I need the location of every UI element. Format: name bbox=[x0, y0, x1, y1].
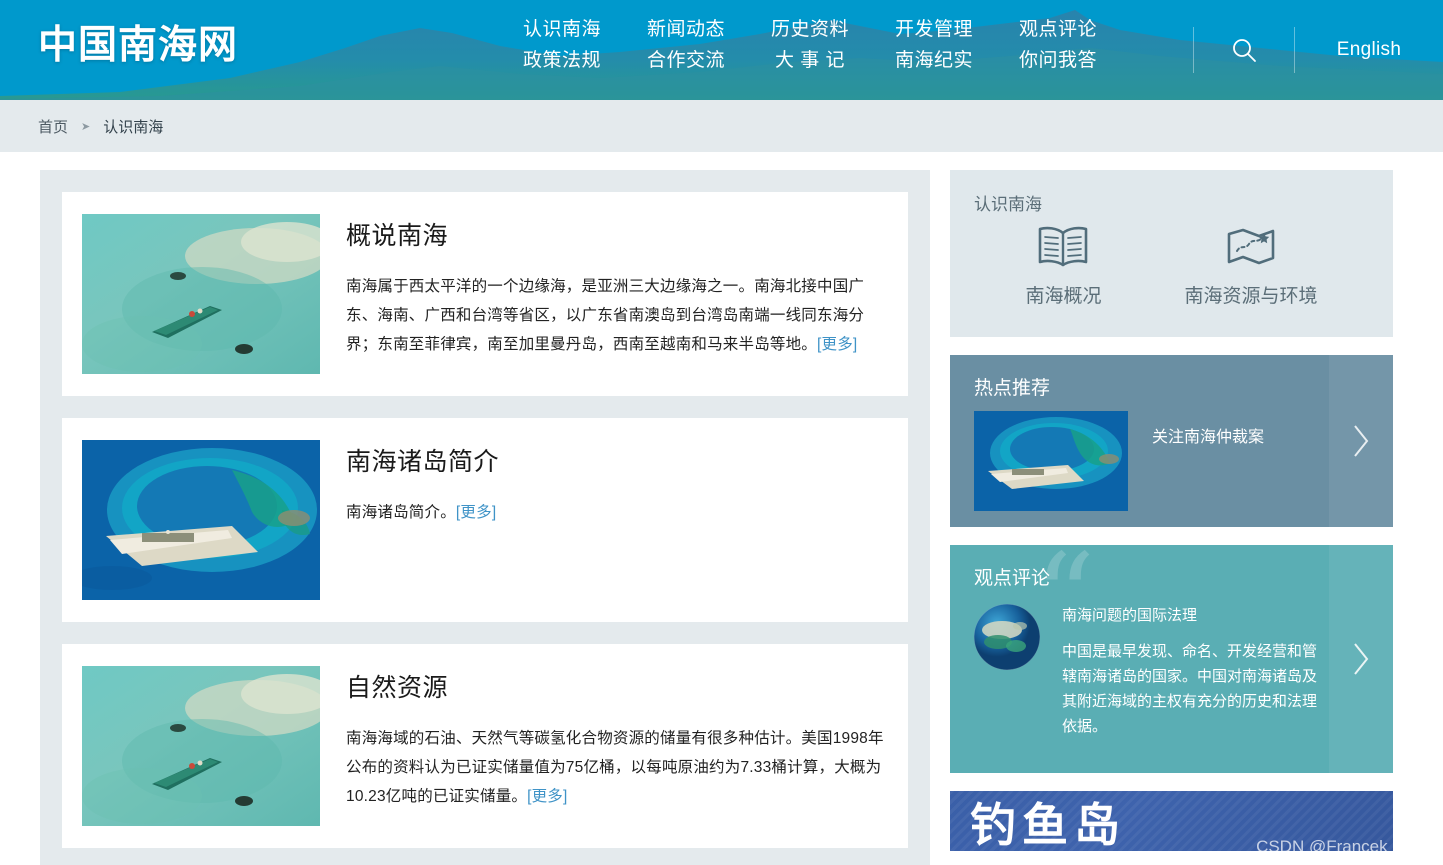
article-summary: 南海诸岛简介。[更多] bbox=[346, 498, 888, 527]
know-panel-items: 南海概况 南海资源与环境 bbox=[974, 223, 1369, 308]
breadcrumb-home-link[interactable]: 首页 bbox=[38, 116, 68, 137]
main-navigation: 认识南海 政策法规 新闻动态 合作交流 历史资料 大 事 记 开发管理 南海纪实… bbox=[500, 14, 1120, 76]
hot-panel-item-title[interactable]: 关注南海仲裁案 bbox=[1152, 423, 1264, 447]
article-title[interactable]: 概说南海 bbox=[346, 216, 888, 252]
know-panel-title: 认识南海 bbox=[974, 195, 1042, 214]
breadcrumb: 首页 ➤ 认识南海 bbox=[0, 100, 1443, 152]
know-item-overview-icon-wrap bbox=[1025, 223, 1101, 271]
know-panel-inner: 认识南海 南海概况 南海资源与环境 bbox=[950, 170, 1393, 337]
nav-item-2-top[interactable]: 历史资料 bbox=[748, 14, 872, 45]
hot-panel-inner: 热点推荐 关注南海仲裁案 bbox=[950, 355, 1393, 527]
article-summary-text: 南海诸岛简介。 bbox=[346, 504, 456, 521]
article-card[interactable]: 自然资源 南海海域的石油、天然气等碳氢化合物资源的储量有很多种估计。美国1998… bbox=[62, 644, 908, 848]
article-thumbnail-2[interactable] bbox=[82, 666, 320, 826]
boat-in-shallow-water-photo bbox=[82, 214, 320, 374]
opinion-panel-title: 观点评论 bbox=[974, 568, 1051, 589]
opinion-panel-thumbnail[interactable] bbox=[974, 604, 1040, 670]
diaoyu-banner[interactable]: 钓鱼岛 bbox=[950, 791, 1393, 851]
aerial-island-atoll-photo bbox=[82, 440, 320, 600]
article-body-2: 自然资源 南海海域的石油、天然气等碳氢化合物资源的储量有很多种估计。美国1998… bbox=[320, 666, 888, 826]
know-item-resources-label[interactable]: 南海资源与环境 bbox=[1184, 281, 1317, 308]
site-logo-text: 中国南海网 bbox=[38, 23, 239, 68]
site-logo[interactable]: 中国南海网 bbox=[38, 14, 268, 78]
sidebar: 认识南海 南海概况 南海资源与环境 热点推荐 关注南海仲裁案 “ 观点评论 南海… bbox=[950, 170, 1393, 865]
chevron-right-icon bbox=[1354, 425, 1369, 457]
nav-item-0-bottom[interactable]: 政策法规 bbox=[500, 45, 624, 76]
nav-item-1-top[interactable]: 新闻动态 bbox=[624, 14, 748, 45]
nav-item-4-top[interactable]: 观点评论 bbox=[996, 14, 1120, 45]
know-item-resources-icon-wrap bbox=[1184, 223, 1317, 271]
open-book-icon bbox=[1039, 226, 1088, 267]
island-runway-photo bbox=[974, 411, 1128, 511]
nav-item-1[interactable]: 新闻动态 合作交流 bbox=[624, 14, 748, 76]
know-item-overview-label[interactable]: 南海概况 bbox=[1025, 281, 1101, 308]
article-card[interactable]: 概说南海 南海属于西太平洋的一个边缘海，是亚洲三大边缘海之一。南海北接中国广东、… bbox=[62, 192, 908, 396]
article-title[interactable]: 南海诸岛简介 bbox=[346, 442, 888, 478]
page-body: 概说南海 南海属于西太平洋的一个边缘海，是亚洲三大边缘海之一。南海北接中国广东、… bbox=[0, 152, 1443, 865]
hot-panel-next-button[interactable] bbox=[1329, 355, 1393, 527]
nav-item-2-bottom[interactable]: 大 事 记 bbox=[748, 45, 872, 76]
nav-item-4[interactable]: 观点评论 你问我答 bbox=[996, 14, 1120, 76]
article-card[interactable]: 南海诸岛简介 南海诸岛简介。[更多] bbox=[62, 418, 908, 622]
opinion-panel-texts: 南海问题的国际法理 中国是最早发现、命名、开发经营和管辖南海诸岛的国家。中国对南… bbox=[1062, 604, 1322, 739]
sidebar-panel-opinion: “ 观点评论 南海问题的国际法理 中国是最早发现、命名、开发经营和管辖南海诸岛的… bbox=[950, 545, 1393, 773]
nav-item-4-bottom[interactable]: 你问我答 bbox=[996, 45, 1120, 76]
search-button[interactable] bbox=[1194, 0, 1294, 100]
sidebar-panel-diaoyu[interactable]: 钓鱼岛 bbox=[950, 791, 1393, 851]
breadcrumb-current: 认识南海 bbox=[103, 118, 164, 136]
language-toggle-button[interactable]: English bbox=[1295, 0, 1443, 100]
article-body-1: 南海诸岛简介 南海诸岛简介。[更多] bbox=[320, 440, 888, 600]
know-item-overview[interactable]: 南海概况 bbox=[1025, 223, 1102, 308]
know-item-resources[interactable]: 南海资源与环境 bbox=[1184, 223, 1318, 308]
nav-item-3-bottom[interactable]: 南海纪实 bbox=[872, 45, 996, 76]
article-title[interactable]: 自然资源 bbox=[346, 668, 888, 704]
hot-panel-item[interactable]: 关注南海仲裁案 bbox=[974, 411, 1264, 527]
article-thumbnail-0[interactable] bbox=[82, 214, 320, 374]
hot-panel-title: 热点推荐 bbox=[974, 378, 1051, 399]
globe-island-photo bbox=[974, 604, 1040, 670]
article-summary-text: 南海海域的石油、天然气等碳氢化合物资源的储量有很多种估计。美国1998年公布的资… bbox=[346, 730, 884, 805]
sidebar-panel-know: 认识南海 南海概况 南海资源与环境 bbox=[950, 170, 1393, 337]
nav-item-3-top[interactable]: 开发管理 bbox=[872, 14, 996, 45]
boat-in-shallow-water-photo bbox=[82, 666, 320, 826]
diaoyu-banner-title: 钓鱼岛 bbox=[970, 798, 1126, 851]
hot-panel-thumbnail[interactable] bbox=[974, 411, 1128, 511]
nav-item-0-top[interactable]: 认识南海 bbox=[500, 14, 624, 45]
nav-item-3[interactable]: 开发管理 南海纪实 bbox=[872, 14, 996, 76]
search-icon bbox=[1233, 39, 1256, 62]
sidebar-panel-hot: 热点推荐 关注南海仲裁案 bbox=[950, 355, 1393, 527]
article-more-link[interactable]: [更多] bbox=[527, 788, 567, 805]
article-more-link[interactable]: [更多] bbox=[456, 504, 496, 521]
opinion-panel-item-desc: 中国是最早发现、命名、开发经营和管辖南海诸岛的国家。中国对南海诸岛及其附近海域的… bbox=[1062, 643, 1318, 735]
header-utilities: English bbox=[1193, 0, 1443, 100]
article-list: 概说南海 南海属于西太平洋的一个边缘海，是亚洲三大边缘海之一。南海北接中国广东、… bbox=[40, 170, 930, 865]
opinion-panel-item-title[interactable]: 南海问题的国际法理 bbox=[1062, 604, 1322, 625]
article-thumbnail-1[interactable] bbox=[82, 440, 320, 600]
article-summary-text: 南海属于西太平洋的一个边缘海，是亚洲三大边缘海之一。南海北接中国广东、海南、广西… bbox=[346, 278, 865, 353]
nav-item-2[interactable]: 历史资料 大 事 记 bbox=[748, 14, 872, 76]
opinion-panel-inner: “ 观点评论 南海问题的国际法理 中国是最早发现、命名、开发经营和管辖南海诸岛的… bbox=[950, 545, 1393, 773]
nav-item-0[interactable]: 认识南海 政策法规 bbox=[500, 14, 624, 76]
article-summary: 南海属于西太平洋的一个边缘海，是亚洲三大边缘海之一。南海北接中国广东、海南、广西… bbox=[346, 272, 888, 359]
breadcrumb-separator-icon: ➤ bbox=[81, 120, 91, 133]
folded-map-icon bbox=[1227, 228, 1275, 265]
nav-item-1-bottom[interactable]: 合作交流 bbox=[624, 45, 748, 76]
site-header: 中国南海网 认识南海 政策法规 新闻动态 合作交流 历史资料 大 事 记 开发管… bbox=[0, 0, 1443, 100]
opinion-panel-item[interactable]: 南海问题的国际法理 中国是最早发现、命名、开发经营和管辖南海诸岛的国家。中国对南… bbox=[974, 604, 1393, 739]
article-summary: 南海海域的石油、天然气等碳氢化合物资源的储量有很多种估计。美国1998年公布的资… bbox=[346, 724, 888, 811]
article-body-0: 概说南海 南海属于西太平洋的一个边缘海，是亚洲三大边缘海之一。南海北接中国广东、… bbox=[320, 214, 888, 374]
article-more-link[interactable]: [更多] bbox=[817, 336, 857, 353]
